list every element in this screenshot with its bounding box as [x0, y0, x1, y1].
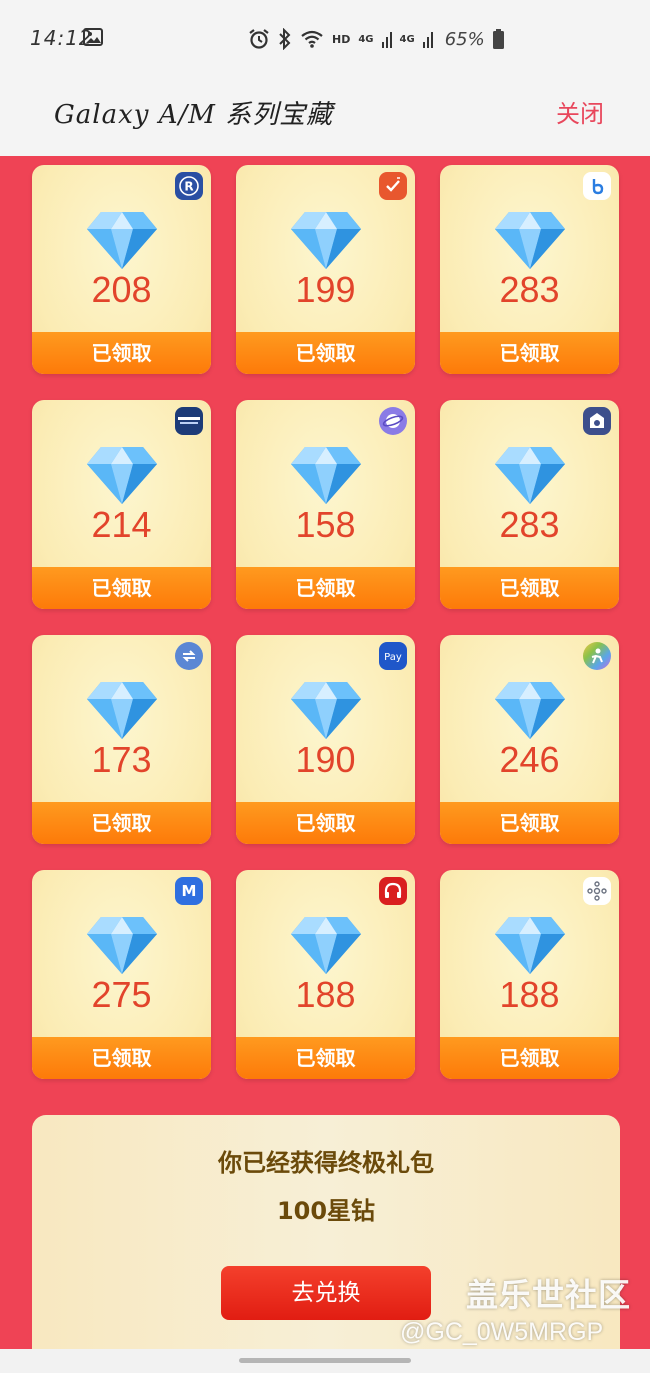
claimed-status: 已领取 — [32, 1037, 211, 1079]
bluetooth-icon — [279, 28, 291, 50]
diamond-icon — [291, 917, 361, 974]
page: 14:12 HD 4G 4G 65% Galaxy A/M 系列宝藏 关闭 R … — [0, 0, 650, 1373]
reward-card[interactable]: 158 已领取 — [236, 400, 415, 609]
smart-switch-app-icon — [175, 642, 203, 670]
signal-4g-2: 4G — [399, 33, 415, 45]
signal-4g-1: 4G — [358, 33, 374, 45]
diamond-count: 246 — [499, 739, 560, 780]
diamond-icon — [495, 917, 565, 974]
final-reward-amount: 100星钻 — [276, 1197, 376, 1225]
claimed-status: 已领取 — [236, 1037, 415, 1079]
wifi-icon — [301, 30, 323, 48]
claimed-status: 已领取 — [236, 802, 415, 844]
diamond-count: 283 — [499, 269, 560, 310]
internet-browser-app-icon — [379, 407, 407, 435]
claimed-status: 已领取 — [440, 1037, 619, 1079]
diamond-count: 275 — [91, 974, 152, 1015]
navigation-bar — [0, 1349, 650, 1373]
diamond-count: 173 — [91, 739, 152, 780]
diamond-icon — [291, 682, 361, 739]
claimed-status: 已领取 — [32, 802, 211, 844]
reward-card[interactable]: 283 已领取 — [440, 400, 619, 609]
svg-text:M: M — [182, 882, 197, 900]
reward-card[interactable]: M 275 已领取 — [32, 870, 211, 1079]
gallery-icon — [83, 28, 103, 46]
diamond-count: 283 — [499, 504, 560, 545]
watermark-user: @GC_0W5MRGP — [400, 1318, 604, 1346]
claimed-status: 已领取 — [32, 567, 211, 609]
reward-card[interactable]: 188 已领取 — [440, 870, 619, 1079]
music-headphones-app-icon — [379, 877, 407, 905]
diamond-count: 199 — [295, 269, 356, 310]
samsung-m-app-icon: M — [175, 877, 203, 905]
home-indicator[interactable] — [239, 1358, 411, 1363]
claimed-status: 已领取 — [32, 332, 211, 374]
health-app-icon — [583, 642, 611, 670]
reward-card[interactable]: 199 已领取 — [236, 165, 415, 374]
treasure-grid-area: R 208 已领取 199 已领取 283 已领取 214 已领取 158 已领… — [0, 156, 650, 1365]
diamond-count: 158 — [295, 504, 356, 545]
diamond-icon — [87, 212, 157, 269]
smartthings-app-icon — [583, 877, 611, 905]
hd-indicator: HD — [332, 32, 351, 46]
exchange-button[interactable]: 去兑换 — [221, 1266, 431, 1320]
watermark-community: 盖乐世社区 — [466, 1276, 632, 1314]
claimed-status: 已领取 — [440, 567, 619, 609]
status-bar: 14:12 HD 4G 4G 65% — [0, 0, 650, 74]
reward-card[interactable]: 283 已领取 — [440, 165, 619, 374]
diamond-icon — [495, 447, 565, 504]
reward-card[interactable]: Pay 190 已领取 — [236, 635, 415, 844]
diamond-count: 188 — [295, 974, 356, 1015]
diamond-count: 208 — [91, 269, 152, 310]
signal-bars-icon — [381, 32, 392, 48]
alarm-icon — [249, 29, 269, 49]
claimed-status: 已领取 — [440, 802, 619, 844]
reward-card[interactable]: 214 已领取 — [32, 400, 211, 609]
close-button[interactable]: 关闭 — [556, 94, 604, 129]
diamond-count: 190 — [295, 739, 356, 780]
claimed-status: 已领取 — [236, 332, 415, 374]
svg-text:Pay: Pay — [384, 652, 402, 663]
diamond-icon — [87, 682, 157, 739]
samsung-members-app-icon — [175, 407, 203, 435]
svg-text:R: R — [184, 180, 193, 194]
rewards-app-icon: R — [175, 172, 203, 200]
reminder-app-icon — [379, 172, 407, 200]
smartthings-find-app-icon — [583, 407, 611, 435]
diamond-icon — [87, 917, 157, 974]
status-icons: HD 4G 4G 65% — [248, 24, 504, 54]
final-reward-message: 你已经获得终极礼包 — [218, 1149, 434, 1177]
diamond-count: 188 — [499, 974, 560, 1015]
claimed-status: 已领取 — [440, 332, 619, 374]
diamond-icon — [87, 447, 157, 504]
diamond-count: 214 — [91, 504, 152, 545]
diamond-icon — [291, 447, 361, 504]
bixby-app-icon — [583, 172, 611, 200]
reward-card[interactable]: 188 已领取 — [236, 870, 415, 1079]
page-title: Galaxy A/M 系列宝藏 — [54, 100, 334, 130]
diamond-icon — [495, 682, 565, 739]
battery-icon — [492, 29, 504, 49]
samsung-pay-app-icon: Pay — [379, 642, 407, 670]
app-header: Galaxy A/M 系列宝藏 关闭 — [0, 74, 650, 156]
battery-percent: 65% — [444, 28, 485, 50]
diamond-icon — [495, 212, 565, 269]
claimed-status: 已领取 — [236, 567, 415, 609]
diamond-icon — [291, 212, 361, 269]
reward-card[interactable]: 246 已领取 — [440, 635, 619, 844]
signal-bars-icon — [422, 32, 433, 48]
reward-card[interactable]: R 208 已领取 — [32, 165, 211, 374]
reward-card[interactable]: 173 已领取 — [32, 635, 211, 844]
